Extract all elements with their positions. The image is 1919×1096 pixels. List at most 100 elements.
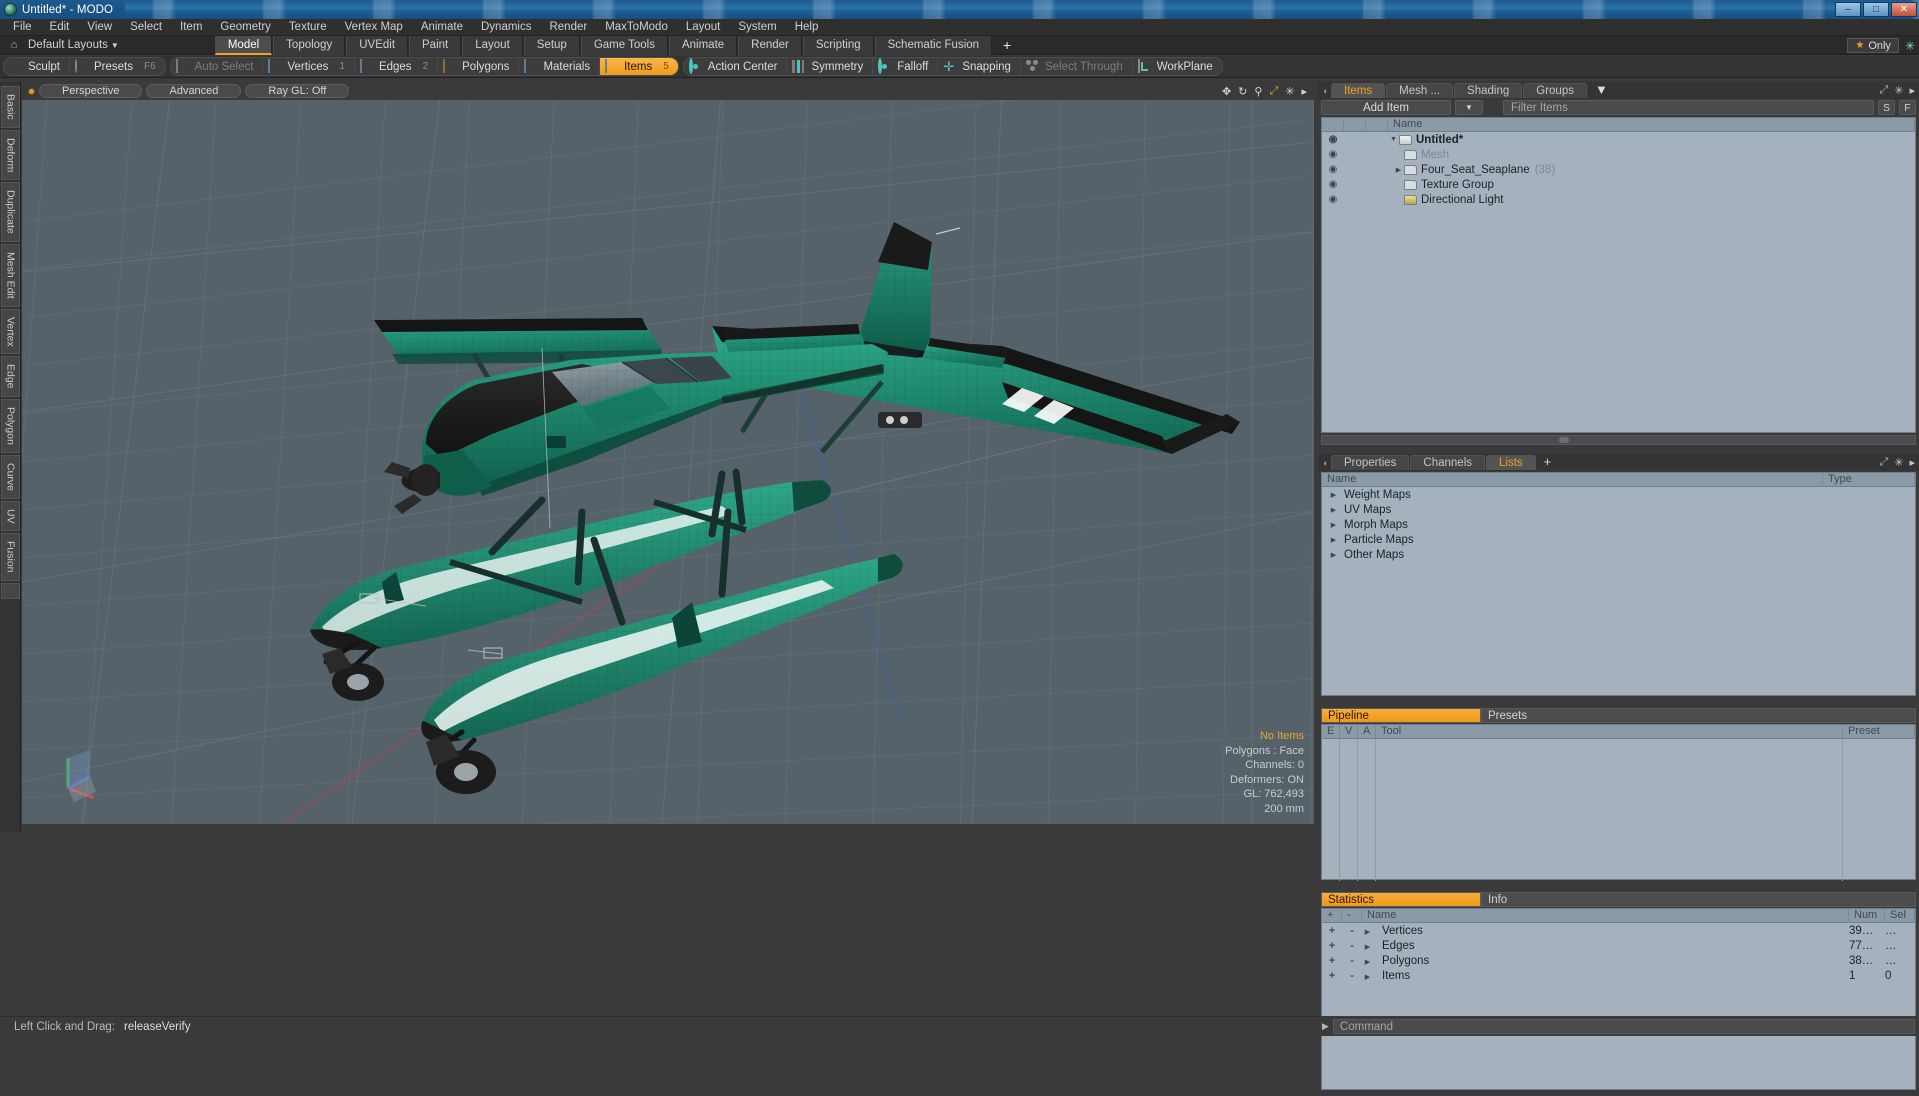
stat-minus-button[interactable]: - xyxy=(1342,955,1362,967)
chevron-right-icon[interactable]: ▸ xyxy=(1909,456,1915,469)
gear-icon[interactable]: ✳ xyxy=(1285,85,1294,98)
list-item[interactable]: ▶ Weight Maps xyxy=(1322,487,1915,502)
menu-layout[interactable]: Layout xyxy=(677,19,730,36)
menu-animate[interactable]: Animate xyxy=(412,19,472,36)
chevron-left-icon[interactable]: ◖ xyxy=(1320,86,1330,96)
table-row[interactable]: ◉ Texture Group xyxy=(1322,177,1915,192)
menu-system[interactable]: System xyxy=(729,19,785,36)
tab-layout[interactable]: Layout xyxy=(462,36,523,55)
stat-plus-button[interactable]: + xyxy=(1322,925,1342,937)
home-icon[interactable]: ⌂ xyxy=(6,39,22,51)
window-controls[interactable]: – □ ✕ xyxy=(1835,2,1917,17)
tab-render[interactable]: Render xyxy=(738,36,802,55)
expand-triangle[interactable]: ▶ xyxy=(1362,973,1373,981)
expand-icon[interactable]: ⤢ xyxy=(1879,84,1888,97)
tool-workplane[interactable]: WorkPlane xyxy=(1133,57,1222,76)
only-toggle[interactable]: ★ Only xyxy=(1847,38,1899,53)
tab-game-tools[interactable]: Game Tools xyxy=(581,36,668,55)
sidebar-item-mesh-edit[interactable]: Mesh Edit xyxy=(1,244,20,307)
tab-schematic-fusion[interactable]: Schematic Fusion xyxy=(875,36,992,55)
sidebar-item-vertex[interactable]: Vertex xyxy=(1,309,20,355)
list-item[interactable]: ▶ Morph Maps xyxy=(1322,517,1915,532)
expand-triangle[interactable]: ▶ xyxy=(1393,166,1404,174)
zoom-icon[interactable]: ⚲ xyxy=(1254,85,1262,98)
tab-animate[interactable]: Animate xyxy=(669,36,737,55)
viewport-advanced-dropdown[interactable]: Advanced xyxy=(146,84,241,98)
expand-triangle[interactable]: ▶ xyxy=(1362,943,1373,951)
add-tab-button[interactable]: + xyxy=(993,36,1021,55)
stat-plus-button[interactable]: + xyxy=(1322,970,1342,982)
tool-falloff[interactable]: Falloff xyxy=(873,57,938,76)
menu-view[interactable]: View xyxy=(78,19,121,36)
default-layouts-dropdown[interactable]: Default Layouts▼ xyxy=(28,39,119,51)
tool-presets[interactable]: Presets F6 xyxy=(70,57,165,76)
minimize-button[interactable]: – xyxy=(1835,2,1861,17)
menu-edit[interactable]: Edit xyxy=(41,19,79,36)
stat-plus-button[interactable]: + xyxy=(1322,940,1342,952)
menu-vertex-map[interactable]: Vertex Map xyxy=(336,19,412,36)
stat-minus-button[interactable]: - xyxy=(1342,970,1362,982)
maximize-button[interactable]: □ xyxy=(1863,2,1889,17)
tab-setup[interactable]: Setup xyxy=(524,36,580,55)
command-input[interactable]: Command xyxy=(1333,1019,1915,1034)
tab-presets[interactable]: Presets xyxy=(1481,708,1916,723)
gear-icon[interactable]: ✳ xyxy=(1905,39,1915,53)
gear-icon[interactable]: ✳ xyxy=(1894,456,1903,469)
tool-items[interactable]: Items 5 xyxy=(600,57,678,76)
eye-icon[interactable]: ◉ xyxy=(1322,194,1344,205)
menu-maxtomodo[interactable]: MaxToModo xyxy=(596,19,677,36)
menu-file[interactable]: File xyxy=(4,19,41,36)
expand-triangle[interactable]: ▶ xyxy=(1328,491,1339,499)
list-item[interactable]: ▶ UV Maps xyxy=(1322,502,1915,517)
sidebar-item-deform[interactable]: Deform xyxy=(1,130,20,180)
tool-sculpt[interactable]: Sculpt xyxy=(4,57,70,76)
table-row[interactable]: ◉ Directional Light xyxy=(1322,192,1915,207)
move-icon[interactable]: ✥ xyxy=(1222,85,1231,98)
tab-model[interactable]: Model xyxy=(215,36,272,55)
list-item[interactable]: ▶ Other Maps xyxy=(1322,547,1915,562)
chevron-down-icon[interactable]: ▼ xyxy=(1588,83,1615,98)
menu-help[interactable]: Help xyxy=(786,19,828,36)
chevron-right-icon[interactable]: ▶ xyxy=(1322,1021,1329,1032)
viewport-3d[interactable]: No Items Polygons : Face Channels: 0 Def… xyxy=(22,82,1314,824)
items-horizontal-scrollbar[interactable] xyxy=(1321,435,1916,445)
table-row[interactable]: + - ▶Polygons 38… … xyxy=(1322,953,1915,968)
tab-scripting[interactable]: Scripting xyxy=(803,36,874,55)
filter-f-button[interactable]: F xyxy=(1899,100,1916,115)
fit-icon[interactable]: ⤢ xyxy=(1269,85,1278,98)
tab-properties[interactable]: Properties xyxy=(1331,455,1409,470)
table-row[interactable]: + - ▶Edges 77… … xyxy=(1322,938,1915,953)
tool-materials[interactable]: Materials xyxy=(519,57,600,76)
table-row[interactable]: + - ▶Vertices 39… … xyxy=(1322,923,1915,938)
add-tab-button[interactable]: + xyxy=(1537,455,1559,470)
axis-gizmo[interactable] xyxy=(50,736,120,806)
tab-uvedit[interactable]: UVEdit xyxy=(346,36,408,55)
tool-edges[interactable]: Edges 2 xyxy=(355,57,438,76)
tab-mesh[interactable]: Mesh ... xyxy=(1386,83,1453,98)
table-row[interactable]: ◉ Mesh xyxy=(1322,147,1915,162)
expand-triangle[interactable]: ▶ xyxy=(1362,928,1373,936)
tab-statistics[interactable]: Statistics xyxy=(1321,892,1481,907)
expand-triangle[interactable]: ▶ xyxy=(1328,536,1339,544)
expand-triangle[interactable]: ▶ xyxy=(1328,521,1339,529)
tool-symmetry[interactable]: Symmetry xyxy=(787,57,873,76)
viewport-perspective-dropdown[interactable]: Perspective xyxy=(39,84,142,98)
sidebar-item-basic[interactable]: Basic xyxy=(1,86,20,128)
chevron-right-icon[interactable]: ▸ xyxy=(1909,84,1915,97)
tool-action-center[interactable]: Action Center xyxy=(684,57,788,76)
table-row[interactable]: + - ▶Items 1 0 xyxy=(1322,968,1915,983)
gear-icon[interactable]: ✳ xyxy=(1894,84,1903,97)
expand-triangle[interactable]: ▶ xyxy=(1328,551,1339,559)
menu-geometry[interactable]: Geometry xyxy=(211,19,280,36)
chevron-right-icon[interactable]: ▸ xyxy=(1301,85,1307,98)
sidebar-item-edge[interactable]: Edge xyxy=(1,356,20,397)
menu-item[interactable]: Item xyxy=(171,19,211,36)
tool-polygons[interactable]: Polygons xyxy=(438,57,519,76)
sidebar-item-uv[interactable]: UV xyxy=(1,501,20,532)
menu-dynamics[interactable]: Dynamics xyxy=(472,19,540,36)
filter-items-input[interactable]: Filter Items xyxy=(1503,100,1874,115)
tab-shading[interactable]: Shading xyxy=(1454,83,1522,98)
tool-auto-select[interactable]: Auto Select xyxy=(171,57,264,76)
tool-select-through[interactable]: Select Through xyxy=(1021,57,1133,76)
sidebar-item-curve[interactable]: Curve xyxy=(1,455,20,499)
